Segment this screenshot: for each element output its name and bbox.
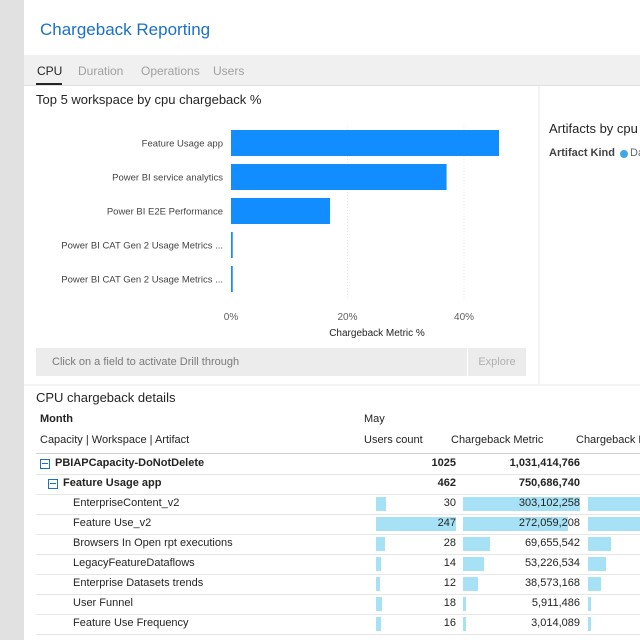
- table-row[interactable]: EnterpriseContent_v2 30 303,102,258: [36, 494, 640, 515]
- collapse-icon[interactable]: [40, 459, 50, 469]
- row-label: Browsers In Open rpt executions: [73, 537, 233, 549]
- row-label: Enterprise Datasets trends: [73, 577, 204, 589]
- x-tick-label: 0%: [224, 312, 239, 323]
- category-label[interactable]: Power BI E2E Performance: [107, 207, 223, 218]
- artifact-kind-label: Artifact Kind: [549, 147, 615, 159]
- month-header[interactable]: Month: [40, 413, 73, 425]
- users-count-cell: 462: [437, 477, 456, 489]
- bar[interactable]: [231, 130, 499, 156]
- report-header: Chargeback Reporting: [24, 0, 640, 55]
- table-row[interactable]: PBIAPCapacity-DoNotDelete 1025 1,031,414,7…: [36, 454, 640, 475]
- x-tick-label: 20%: [338, 312, 358, 323]
- chargeback-metric-cell: 750,686,740: [518, 477, 580, 489]
- tab-operations[interactable]: Operations: [141, 64, 200, 78]
- bar-chart: 0% 20% 40% Feature Usage app Power BI servic…: [61, 126, 499, 339]
- legend-dot-icon: [620, 150, 628, 158]
- users-count-cell: 30: [443, 497, 456, 509]
- chargeback-metric-cell: 53,226,534: [524, 557, 580, 569]
- metric2-data-bar: [588, 557, 606, 571]
- drill-through-bar: Click on a field to activate Drill throu…: [36, 348, 526, 376]
- table-row[interactable]: User Funnel 18 5,911,486: [36, 594, 640, 615]
- row-label: Feature Use_v2: [73, 517, 152, 529]
- table-row[interactable]: Enterprise Datasets trends 12 38,573,168: [36, 574, 640, 595]
- row-label: Feature Usage app: [63, 477, 162, 489]
- row-label: Feature Use Frequency: [73, 617, 189, 629]
- users-count-cell: 28: [443, 537, 456, 549]
- table-row[interactable]: Feature Use_v2 247 272,059,208: [36, 514, 640, 535]
- hierarchy-header[interactable]: Capacity | Workspace | Artifact: [40, 434, 189, 446]
- legend-item[interactable]: Da: [630, 147, 640, 159]
- category-label[interactable]: Power BI CAT Gen 2 Usage Metrics ...: [61, 241, 223, 252]
- table-row[interactable]: Browsers In Open rpt executions 28 69,655,…: [36, 534, 640, 555]
- drill-through-text: Click on a field to activate Drill throu…: [52, 356, 240, 368]
- row-label: LegacyFeatureDataflows: [73, 557, 195, 569]
- table-row[interactable]: Feature Use Frequency 16 3,014,089: [36, 614, 640, 635]
- bar[interactable]: [231, 164, 447, 190]
- chargeback-metric-cell: 3,014,089: [531, 617, 580, 629]
- metric2-data-bar: [588, 597, 591, 611]
- bar[interactable]: [231, 232, 233, 258]
- users-count-header[interactable]: Users count: [364, 434, 423, 446]
- chargeback-metric-cell: 1,031,414,766: [509, 457, 580, 469]
- explore-button[interactable]: Explore: [467, 348, 526, 376]
- metric2-data-bar: [588, 537, 611, 551]
- table-row[interactable]: LegacyFeatureDataflows 14 53,226,534: [36, 554, 640, 575]
- category-label[interactable]: Feature Usage app: [142, 139, 223, 150]
- users-count-cell: 16: [443, 617, 456, 629]
- chargeback-metric-cell: 272,059,208: [518, 517, 580, 529]
- bar[interactable]: [231, 198, 331, 224]
- table-row[interactable]: Feature Usage app 462 750,686,740: [36, 474, 640, 495]
- users-count-cell: 18: [443, 597, 456, 609]
- metric2-data-bar: [588, 497, 640, 511]
- details-title: CPU chargeback details: [36, 390, 176, 405]
- row-label: EnterpriseContent_v2: [73, 497, 180, 509]
- tab-duration[interactable]: Duration: [78, 64, 123, 78]
- x-axis-title: Chargeback Metric %: [329, 328, 425, 339]
- users-count-cell: 14: [443, 557, 456, 569]
- chargeback-metric-cell: 5,911,486: [531, 597, 580, 609]
- category-label[interactable]: Power BI CAT Gen 2 Usage Metrics ...: [61, 275, 223, 286]
- metric2-data-bar: [588, 577, 601, 591]
- x-tick-label: 40%: [454, 312, 474, 323]
- chargeback-metric-cell: 69,655,542: [524, 537, 580, 549]
- metric2-data-bar: [588, 517, 640, 531]
- chargeback-metric-cell: 303,102,258: [518, 497, 580, 509]
- users-count-cell: 12: [443, 577, 456, 589]
- chargeback-metric-2-header[interactable]: Chargeback M: [576, 434, 640, 446]
- bar[interactable]: [231, 266, 233, 292]
- users-count-cell: 247: [437, 517, 456, 529]
- metric2-data-bar: [588, 617, 591, 631]
- chargeback-metric-header[interactable]: Chargeback Metric: [451, 434, 543, 446]
- tab-users[interactable]: Users: [213, 64, 244, 78]
- chargeback-metric-cell: 38,573,168: [524, 577, 580, 589]
- artifacts-title: Artifacts by cpu: [549, 121, 638, 136]
- collapse-icon[interactable]: [48, 479, 58, 489]
- month-value[interactable]: May: [364, 413, 385, 425]
- page-title: Chargeback Reporting: [40, 20, 211, 39]
- report-canvas: Chargeback Reporting CPU Duration Operat…: [24, 0, 640, 640]
- left-rail: [0, 0, 24, 640]
- row-label: PBIAPCapacity-DoNotDelete: [55, 457, 205, 469]
- artifacts-visual[interactable]: Artifacts by cpu Artifact Kind Da: [540, 86, 640, 384]
- top5-visual[interactable]: Top 5 workspace by cpu chargeback % 0% 20…: [24, 86, 538, 384]
- category-label[interactable]: Power BI service analytics: [112, 173, 223, 184]
- row-label: User Funnel: [73, 597, 133, 609]
- details-visual[interactable]: CPU chargeback details Month Capacity | …: [24, 386, 640, 640]
- tab-cpu[interactable]: CPU: [37, 64, 62, 78]
- users-count-cell: 1025: [431, 457, 456, 469]
- tab-bar: CPU Duration Operations Users: [24, 55, 640, 86]
- active-tab-indicator: [36, 83, 62, 85]
